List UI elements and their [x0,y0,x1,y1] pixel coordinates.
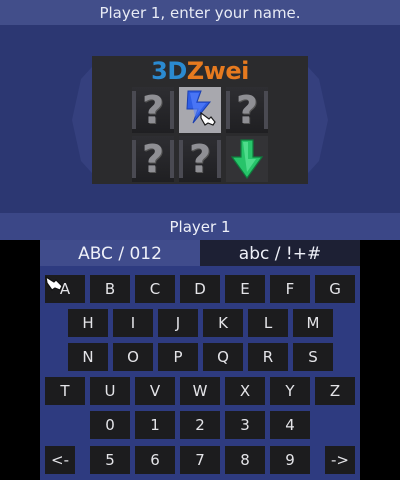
question-mark-icon: ? [141,88,165,132]
key-h[interactable]: H [68,309,108,337]
key-1[interactable]: 1 [135,411,175,439]
key-2[interactable]: 2 [180,411,220,439]
key-d[interactable]: D [180,275,220,303]
key-w[interactable]: W [180,377,220,405]
question-mark-icon: ? [141,137,165,181]
key-j[interactable]: J [158,309,198,337]
unknown-tile-4: ? [179,136,221,182]
question-mark-icon: ? [235,88,259,132]
key-8[interactable]: 8 [225,446,265,474]
logo-text-3d: 3D [151,57,187,85]
unknown-tile-2: ? [226,87,268,133]
unknown-tile-1: ? [132,87,174,133]
logo-text-zwei: Zwei [186,57,250,85]
key-s[interactable]: S [293,343,333,371]
hand-pointer-icon [45,276,63,291]
pointer-hand-icon [200,111,216,126]
key-k[interactable]: K [203,309,243,337]
key-v[interactable]: V [135,377,175,405]
key-5[interactable]: 5 [90,446,130,474]
key-g[interactable]: G [315,275,355,303]
key-t[interactable]: T [45,377,85,405]
top-screen: Player 1, enter your name. 3DZwei ? ? ? … [0,0,400,240]
question-mark-icon: ? [188,137,212,181]
key-i[interactable]: I [113,309,153,337]
key-f[interactable]: F [270,275,310,303]
tab-uppercase-numbers[interactable]: ABC / 012 [40,240,200,266]
lightning-icon [186,90,216,126]
key-0[interactable]: 0 [90,411,130,439]
key-o[interactable]: O [113,343,153,371]
game-logo: 3DZwei [92,56,308,86]
game-preview-card: 3DZwei ? ? ? ? [92,56,308,184]
key-b[interactable]: B [90,275,130,303]
tab-lowercase-symbols[interactable]: abc / !+# [200,240,360,266]
key-q[interactable]: Q [203,343,243,371]
key-l[interactable]: L [248,309,288,337]
key-3[interactable]: 3 [225,411,265,439]
key-9[interactable]: 9 [270,446,310,474]
key-r[interactable]: R [248,343,288,371]
key-y[interactable]: Y [270,377,310,405]
player-label: Player 1 [0,213,400,240]
key-m[interactable]: M [293,309,333,337]
unknown-tile-3: ? [132,136,174,182]
green-down-arrow-icon [230,139,264,180]
key-u[interactable]: U [90,377,130,405]
key-p[interactable]: P [158,343,198,371]
bottom-screen: ABC / 012 abc / !+# A B C D E F G H I J … [0,240,400,480]
key-c[interactable]: C [135,275,175,303]
backspace-key[interactable]: <- [45,446,75,474]
name-prompt: Player 1, enter your name. [0,0,400,25]
key-n[interactable]: N [68,343,108,371]
lightning-tile [179,87,221,133]
down-arrow-tile [226,136,268,182]
key-6[interactable]: 6 [135,446,175,474]
key-e[interactable]: E [225,275,265,303]
key-x[interactable]: X [225,377,265,405]
key-z[interactable]: Z [315,377,355,405]
forward-key[interactable]: -> [325,446,355,474]
key-7[interactable]: 7 [180,446,220,474]
key-4[interactable]: 4 [270,411,310,439]
